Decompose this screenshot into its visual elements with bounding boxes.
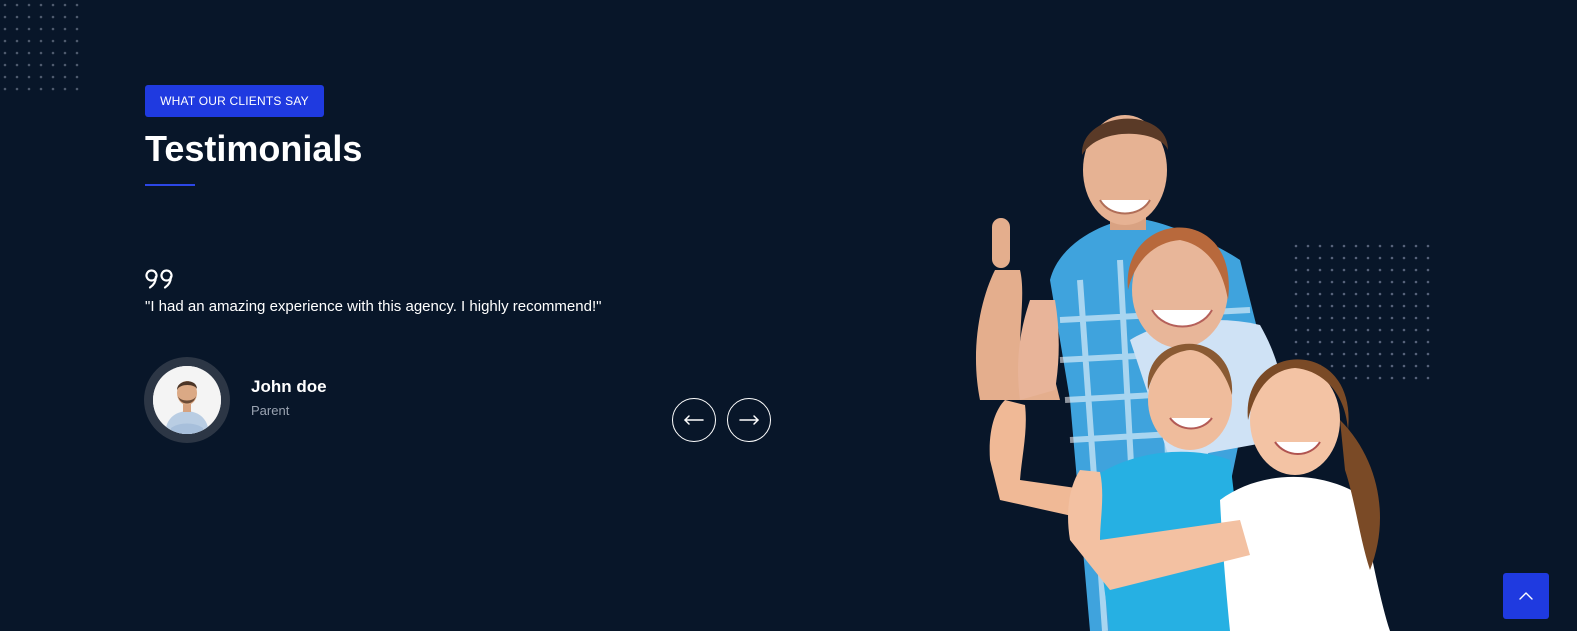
chevron-up-icon xyxy=(1519,592,1533,600)
arrow-left-icon xyxy=(684,415,704,425)
testimonials-section: WHAT OUR CLIENTS SAY Testimonials "I had… xyxy=(0,0,1577,631)
arrow-right-icon xyxy=(739,415,759,425)
section-tag: WHAT OUR CLIENTS SAY xyxy=(145,85,324,117)
next-testimonial-button[interactable] xyxy=(727,398,771,442)
back-to-top-button[interactable] xyxy=(1503,573,1549,619)
avatar xyxy=(144,357,230,443)
quote-icon xyxy=(145,269,173,289)
person-silhouette-icon xyxy=(153,366,221,434)
avatar-photo xyxy=(153,366,221,434)
testimonial-quote: "I had an amazing experience with this a… xyxy=(145,298,602,315)
section-title: Testimonials xyxy=(145,128,363,169)
author-role: Parent xyxy=(251,403,290,418)
author-name: John doe xyxy=(251,377,327,396)
family-photo xyxy=(975,115,1390,631)
dot-pattern-top-left xyxy=(3,3,79,91)
prev-testimonial-button[interactable] xyxy=(672,398,716,442)
title-underline xyxy=(145,184,195,186)
